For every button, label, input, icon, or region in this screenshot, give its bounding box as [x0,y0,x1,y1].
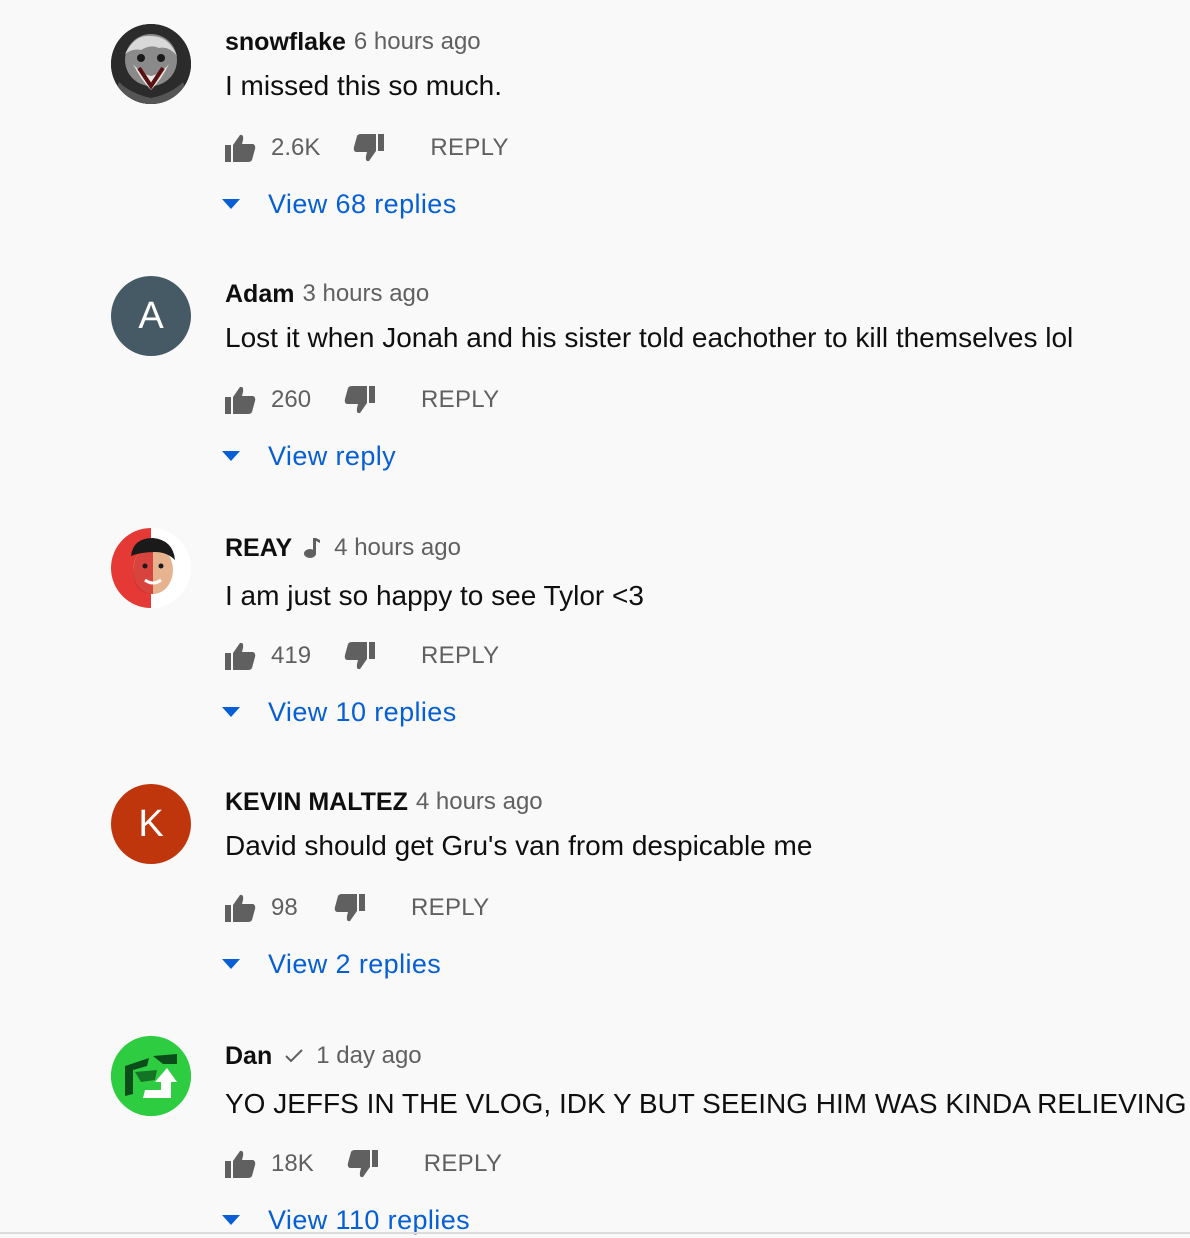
thumbs-up-icon [225,642,256,670]
thumbs-up-icon [225,894,256,922]
like-button[interactable] [225,641,257,671]
caret-down-icon [222,707,240,717]
view-replies-button[interactable]: View reply [222,438,396,474]
thumbs-down-icon [344,642,376,670]
green-arrow-logo-icon [111,1036,191,1116]
comment-text: I am just so happy to see Tylor <3 [225,580,644,611]
like-button[interactable] [225,385,257,415]
caret-down-icon [222,451,240,461]
thumbs-up-icon [225,386,256,414]
view-replies-label: View 10 replies [268,696,457,727]
comment-header: Dan 1 day ago [225,1041,422,1071]
comment-author[interactable]: KEVIN MALTEZ [225,788,408,817]
view-replies-button[interactable]: View 68 replies [222,186,457,222]
comment-text: Lost it when Jonah and his sister told e… [225,322,1074,353]
like-button[interactable] [225,133,257,163]
reply-button[interactable]: REPLY [421,642,499,670]
view-replies-button[interactable]: View 2 replies [222,946,441,982]
bottom-divider [0,1232,1190,1234]
comment-actions: 260 REPLY [225,382,499,418]
thumbs-up-icon [225,1150,256,1178]
dislike-button[interactable] [343,641,376,671]
like-count: 260 [271,386,312,413]
avatar[interactable] [111,24,191,104]
comment-timestamp[interactable]: 4 hours ago [334,534,461,562]
comment-timestamp[interactable]: 6 hours ago [354,28,481,56]
comment-thread: Dan 1 day ago YO JEFFS IN THE VLOG, IDK … [0,1012,1190,1238]
thumbs-up-icon [225,134,256,162]
reply-button[interactable]: REPLY [411,894,489,922]
reply-button[interactable]: REPLY [430,134,508,162]
comment-author[interactable]: Adam [225,280,294,309]
thumbs-down-icon [334,894,365,922]
thumbs-down-icon [344,386,376,414]
dislike-button[interactable] [333,893,365,923]
joker-avatar-icon [111,24,191,104]
thumbs-down-icon [354,134,385,162]
comment-text: I missed this so much. [225,70,502,101]
dislike-button[interactable] [346,1149,378,1179]
caret-down-icon [222,199,240,209]
like-count: 2.6K [271,134,321,161]
comment-actions: 18K REPLY [225,1146,502,1182]
view-replies-label: View 68 replies [268,188,457,219]
reply-button[interactable]: REPLY [424,1150,502,1178]
dislike-button[interactable] [343,385,376,415]
comment-header: KEVIN MALTEZ 4 hours ago [225,787,543,817]
comment-text: YO JEFFS IN THE VLOG, IDK Y BUT SEEING H… [225,1088,1187,1119]
like-count: 98 [271,894,298,921]
reply-button[interactable]: REPLY [421,386,499,414]
like-count: 419 [271,642,312,669]
comment-thread: REAY 4 hours ago I am just so happy to s… [0,504,1190,756]
view-replies-label: View reply [268,440,397,471]
person-red-avatar-icon [111,528,191,608]
avatar[interactable] [111,1036,191,1116]
comment-author[interactable]: Dan [225,1042,272,1071]
dislike-button[interactable] [352,133,385,163]
comment-thread: A Adam 3 hours ago Lost it when Jonah an… [0,252,1190,504]
comment-text: David should get Gru's van from despicab… [225,830,813,861]
comment-header: snowflake 6 hours ago [225,27,481,57]
comment-timestamp[interactable]: 4 hours ago [416,788,543,816]
avatar-letter: A [138,295,164,337]
comment-thread: K KEVIN MALTEZ 4 hours ago David should … [0,760,1190,1012]
comment-timestamp[interactable]: 3 hours ago [302,280,429,308]
like-button[interactable] [225,1149,257,1179]
avatar[interactable] [111,528,191,608]
music-note-icon [304,537,321,559]
view-replies-button[interactable]: View 10 replies [222,694,457,730]
comment-actions: 419 REPLY [225,638,499,674]
like-button[interactable] [225,893,257,923]
comment-actions: 2.6K REPLY [225,130,509,166]
caret-down-icon [222,1215,240,1225]
comment-header: Adam 3 hours ago [225,279,429,309]
comment-timestamp[interactable]: 1 day ago [316,1042,421,1070]
avatar-letter: K [138,803,164,845]
comment-thread: snowflake 6 hours ago I missed this so m… [0,0,1190,252]
view-replies-label: View 110 replies [268,1204,471,1235]
comment-header: REAY 4 hours ago [225,533,461,563]
verified-check-icon [284,1048,304,1064]
like-count: 18K [271,1150,314,1177]
comment-author[interactable]: REAY [225,534,292,563]
avatar[interactable]: K [111,784,191,864]
avatar[interactable]: A [111,276,191,356]
comment-author[interactable]: snowflake [225,28,346,57]
caret-down-icon [222,959,240,969]
view-replies-label: View 2 replies [268,948,442,979]
thumbs-down-icon [347,1150,378,1178]
comment-actions: 98 REPLY [225,890,489,926]
